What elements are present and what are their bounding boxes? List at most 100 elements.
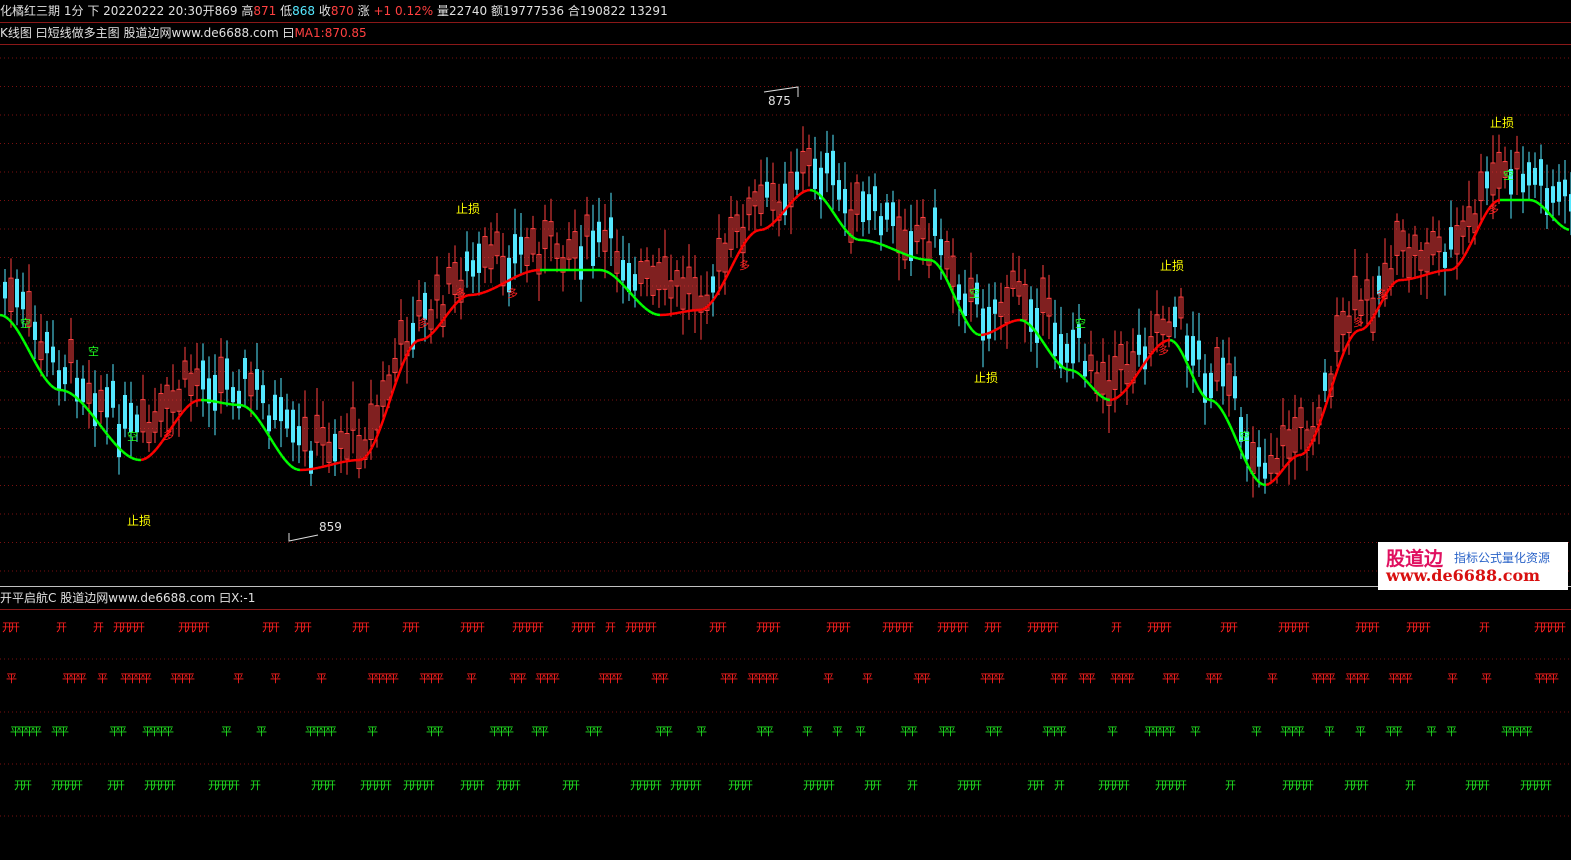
ma1-line	[1025, 320, 1030, 326]
ma1-line	[1022, 319, 1027, 324]
ma1-line	[128, 455, 133, 460]
green-signal: 平	[992, 725, 1003, 738]
ma1-line	[259, 422, 266, 429]
main-indicator-name[interactable]: K线图 曰短线做多主图 股道边网www.de6688.com 曰	[0, 26, 294, 40]
ma1-line	[1496, 198, 1501, 202]
ma1-line	[1240, 452, 1247, 460]
red-signal: 平	[141, 672, 152, 685]
ma1-line	[242, 404, 247, 408]
main-panel-caption[interactable]: K线图 曰短线做多主图 股道边网www.de6688.com 曰MA1:870.…	[0, 22, 1571, 45]
ma1-line	[899, 250, 904, 255]
ma1-line	[391, 381, 398, 392]
candle-body	[1173, 306, 1177, 328]
ma1-line	[1271, 478, 1276, 483]
ma1-line	[1538, 202, 1543, 208]
red-signal: 平	[516, 672, 527, 685]
ma1-line	[1480, 214, 1487, 222]
candle-body	[579, 246, 583, 280]
ma1-line	[1348, 334, 1355, 340]
ma1-line	[647, 309, 652, 314]
candle-body	[591, 230, 595, 266]
green-signal: 开	[907, 779, 918, 792]
candle-body	[111, 380, 115, 408]
ma1-line	[518, 272, 523, 277]
period[interactable]: 1分	[64, 4, 84, 18]
ma1-line	[455, 299, 460, 305]
ma1-line	[382, 408, 389, 419]
red-signal: 平	[727, 672, 738, 685]
ma1-line	[359, 457, 364, 462]
ma1-line	[1280, 467, 1285, 473]
candlestick-chart[interactable]: 止损止损止损止损止损多多 多多多多多多多空空空空空空空875859	[0, 45, 1571, 585]
ma1-line	[767, 224, 772, 229]
red-signal: 开	[585, 621, 596, 634]
ma1-line	[1222, 413, 1229, 420]
ma1-line	[221, 401, 226, 405]
candle-body	[1071, 329, 1075, 364]
sub-panel-caption[interactable]: 开平启航C 股道边网www.de6688.com 曰X:-1	[0, 586, 1571, 610]
green-signal: 平	[832, 725, 843, 738]
ma1-line	[761, 227, 766, 232]
red-signal: 平	[1057, 672, 1068, 685]
green-signal: 开	[1176, 779, 1187, 792]
ma1-line	[1007, 320, 1012, 325]
ma1-line	[344, 459, 349, 463]
red-signal: 开	[1111, 621, 1122, 634]
red-signal: 平	[1359, 672, 1370, 685]
long-signal-label: 多	[1488, 202, 1499, 216]
ma1-line	[1115, 395, 1120, 400]
ma1-line	[62, 389, 67, 393]
ma1-line	[1195, 384, 1202, 392]
ma1-line	[185, 404, 190, 410]
red-signal: 平	[768, 672, 779, 685]
ma1-line	[1277, 471, 1282, 477]
ma1-line	[617, 278, 622, 284]
candle-body	[81, 378, 85, 403]
ma1-line	[998, 325, 1003, 330]
instrument-name[interactable]: 化橘红三期	[0, 4, 60, 18]
ma1-line	[406, 346, 413, 354]
candle-body	[465, 251, 469, 272]
candle-body	[231, 387, 235, 403]
ma1-line	[1559, 223, 1564, 229]
ma1-line	[86, 407, 91, 413]
low-value: 868	[292, 4, 316, 18]
ma1-line	[287, 462, 292, 467]
sub-indicator-name[interactable]: 开平启航C 股道边网www.de6688.com 曰	[0, 591, 231, 605]
candle-body	[621, 260, 625, 281]
ma1-line	[89, 411, 94, 417]
red-signal: 开	[56, 621, 67, 634]
red-signal: 开	[199, 621, 210, 634]
green-signal: 平	[58, 725, 69, 738]
ma1-line	[1211, 399, 1216, 404]
ma1-line	[1100, 395, 1105, 400]
ma1-line	[1124, 386, 1129, 392]
ma1-line	[1565, 227, 1570, 231]
ma1-line	[773, 218, 778, 224]
ma1-line	[28, 351, 35, 359]
ma1-line	[332, 462, 337, 466]
red-signal: 平	[1325, 672, 1336, 685]
candle-body	[45, 331, 49, 354]
ma1-line	[265, 431, 272, 439]
long-signal-label: 多	[1353, 315, 1364, 329]
red-signal: 开	[1048, 621, 1059, 634]
ma1-line	[1541, 205, 1546, 211]
ma1-line	[1345, 338, 1352, 346]
x-readout: X:-1	[231, 591, 256, 605]
ma1-line	[851, 235, 856, 240]
ma1-line	[1409, 277, 1414, 281]
red-signal: 平	[549, 672, 560, 685]
green-signal: 平	[1056, 725, 1067, 738]
green-signal: 开	[1034, 779, 1045, 792]
candle-body	[765, 181, 769, 198]
green-signal: 开	[424, 779, 435, 792]
ma1-line	[974, 331, 979, 336]
ma1-line	[293, 467, 298, 471]
signal-panel[interactable]: 开开开开开开开开 开开开开 开开 开开 开开 开开 开开开 开开开开 开开开开开开开开 开开 开开开…	[0, 609, 1571, 860]
ma1-line	[428, 332, 433, 338]
long-signal-label: 多	[1376, 287, 1387, 301]
red-signal: 开	[991, 621, 1002, 634]
red-signal: 平	[1447, 672, 1458, 685]
ma1-line	[952, 294, 959, 303]
